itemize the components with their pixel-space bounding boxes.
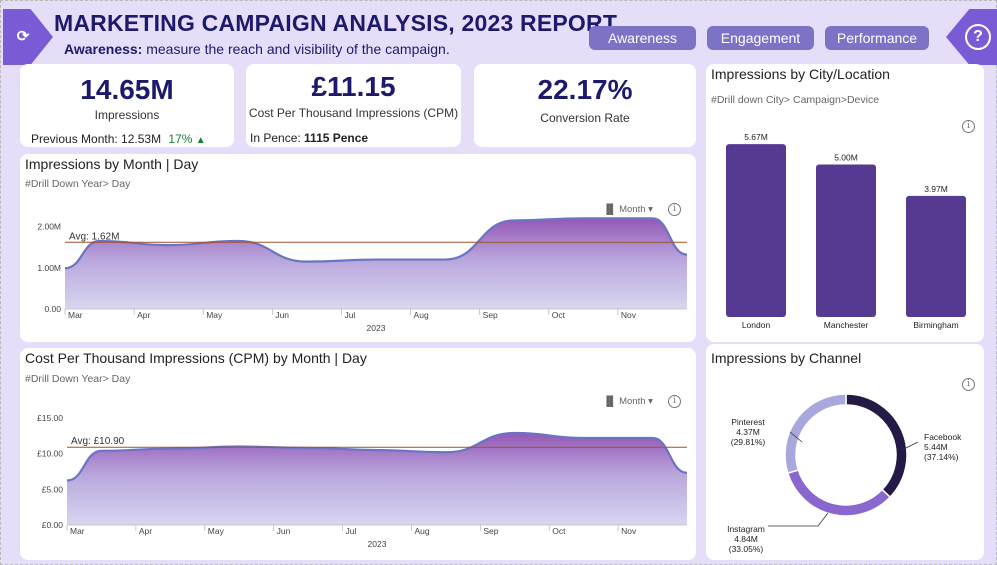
bar-value-label: 3.97M (924, 184, 948, 194)
reset-button[interactable]: ⟳ (3, 9, 53, 65)
x-tick-label: May (206, 310, 223, 320)
x-axis-title: 2023 (368, 539, 387, 549)
nav-engagement-button[interactable]: Engagement (707, 26, 814, 50)
kpi-cpm-card: £11.15 Cost Per Thousand Impressions (CP… (246, 64, 461, 147)
donut-slice (845, 393, 908, 499)
kpi-cpm-value: £11.15 (311, 71, 396, 102)
pence-label: In Pence: (250, 131, 301, 145)
x-tick-label: Jul (344, 310, 355, 320)
slice-value-label: 5.44M (924, 442, 948, 452)
cpm-month-chart: Avg: £10.90 £0.00 £5.00 £10.00 £15.00 Mar Apr M… (37, 413, 688, 549)
slice-percent-label: (29.81%) (731, 437, 766, 447)
x-tick-label: Apr (139, 526, 152, 536)
city-bar (726, 144, 786, 317)
y-tick-label: £0.00 (42, 520, 64, 530)
pence-value: 1115 Pence (304, 131, 369, 145)
x-tick-label: Sep (483, 310, 498, 320)
channel-donut-chart: Facebook5.44M(37.14%) Instagram4.84M(33.0… (727, 393, 962, 554)
area-fill (65, 218, 687, 309)
y-tick-label: 0.00 (44, 304, 61, 314)
kpi-conversion-label: Conversion Rate (540, 111, 630, 125)
help-icon: ? (965, 24, 991, 50)
city-card: Impressions by City/Location #Drill down… (706, 64, 984, 342)
kpi-cpm-label: Cost Per Thousand Impressions (CPM) (248, 106, 459, 120)
kpi-cpm-pence: In Pence: 1115 Pence (250, 131, 368, 145)
x-tick-label: Sep (483, 526, 498, 536)
x-tick-label: Jul (346, 526, 357, 536)
donut-slice (784, 393, 847, 475)
kpi-impressions-label: Impressions (94, 108, 160, 122)
city-bar (816, 164, 876, 317)
x-tick-label: Jun (275, 310, 289, 320)
x-tick-label: Oct (552, 310, 566, 320)
slice-value-label: 4.84M (734, 534, 758, 544)
slice-name-label: Facebook (924, 432, 962, 442)
average-label: Avg: 1.62M (69, 231, 119, 242)
city-bar (906, 195, 966, 317)
y-tick-label: £5.00 (42, 484, 64, 494)
y-tick-label: 2.00M (37, 222, 61, 232)
slice-percent-label: (33.05%) (729, 544, 764, 554)
x-tick-label: May (208, 526, 225, 536)
cpm-month-card: Cost Per Thousand Impressions (CPM) by M… (20, 348, 696, 560)
leader-line (768, 512, 829, 527)
city-bar-chart: 5.67M London 5.00M Manchester 3.97M Birmingha… (726, 132, 966, 330)
y-tick-label: 1.00M (37, 263, 61, 273)
nav-awareness-button[interactable]: Awareness (589, 26, 696, 50)
kpi-conversion-value: 22.17% (537, 74, 633, 105)
help-button[interactable]: ? (946, 9, 997, 65)
subtitle-text: measure the reach and visibility of the … (142, 41, 450, 57)
x-tick-label: Nov (621, 310, 637, 320)
slice-value-label: 4.37M (736, 427, 760, 437)
x-tick-label: Birmingham (913, 320, 958, 330)
kpi-impressions-value: 14.65M (80, 74, 174, 105)
impressions-month-card: Impressions by Month | Day #Drill Down Y… (20, 154, 696, 342)
nav-performance-button[interactable]: Performance (825, 26, 929, 50)
page-title: MARKETING CAMPAIGN ANALYSIS, 2023 REPORT (54, 10, 618, 36)
x-tick-label: London (742, 320, 771, 330)
slice-name-label: Pinterest (731, 417, 765, 427)
page-subtitle: Awareness: measure the reach and visibil… (64, 41, 450, 57)
x-tick-label: Aug (414, 310, 429, 320)
y-tick-label: £15.00 (37, 413, 63, 423)
impressions-month-chart: Avg: 1.62M 0.00 1.00M 2.00M Mar Apr May Jun Jul A… (37, 217, 688, 333)
kpi-impressions-prev: Previous Month: 12.53M 17% ▲ (31, 132, 206, 146)
up-arrow-icon: ▲ (195, 135, 206, 146)
subtitle-bold: Awareness: (64, 41, 143, 57)
y-tick-label: £10.00 (37, 449, 63, 459)
bar-value-label: 5.67M (744, 132, 768, 142)
donut-slice (786, 469, 892, 517)
x-tick-label: Jun (277, 526, 291, 536)
x-tick-label: Aug (414, 526, 429, 536)
x-axis-title: 2023 (367, 323, 386, 333)
x-tick-label: Mar (70, 526, 85, 536)
change-value: 17% (168, 132, 193, 146)
channel-card: Impressions by Channel i Facebook 5.44M (3… (706, 344, 984, 560)
dashboard-frame: ⟳ ? MARKETING CAMPAIGN ANALYSIS, 2023 RE… (0, 0, 997, 565)
x-tick-label: Apr (137, 310, 150, 320)
bar-value-label: 5.00M (834, 153, 858, 163)
x-tick-label: Oct (552, 526, 566, 536)
average-label: Avg: £10.90 (71, 436, 125, 447)
kpi-conversion-card: 22.17% Conversion Rate (474, 64, 696, 147)
reset-icon: ⟳ (16, 28, 30, 45)
prev-month-label: Previous Month: 12.53M (31, 132, 162, 146)
slice-name-label: Instagram (727, 524, 765, 534)
x-tick-label: Nov (621, 526, 637, 536)
slice-percent-label: (37.14%) (924, 452, 959, 462)
kpi-impressions-card: 14.65M Impressions Previous Month: 12.53… (20, 64, 234, 147)
x-tick-label: Manchester (824, 320, 869, 330)
x-tick-label: Mar (68, 310, 83, 320)
